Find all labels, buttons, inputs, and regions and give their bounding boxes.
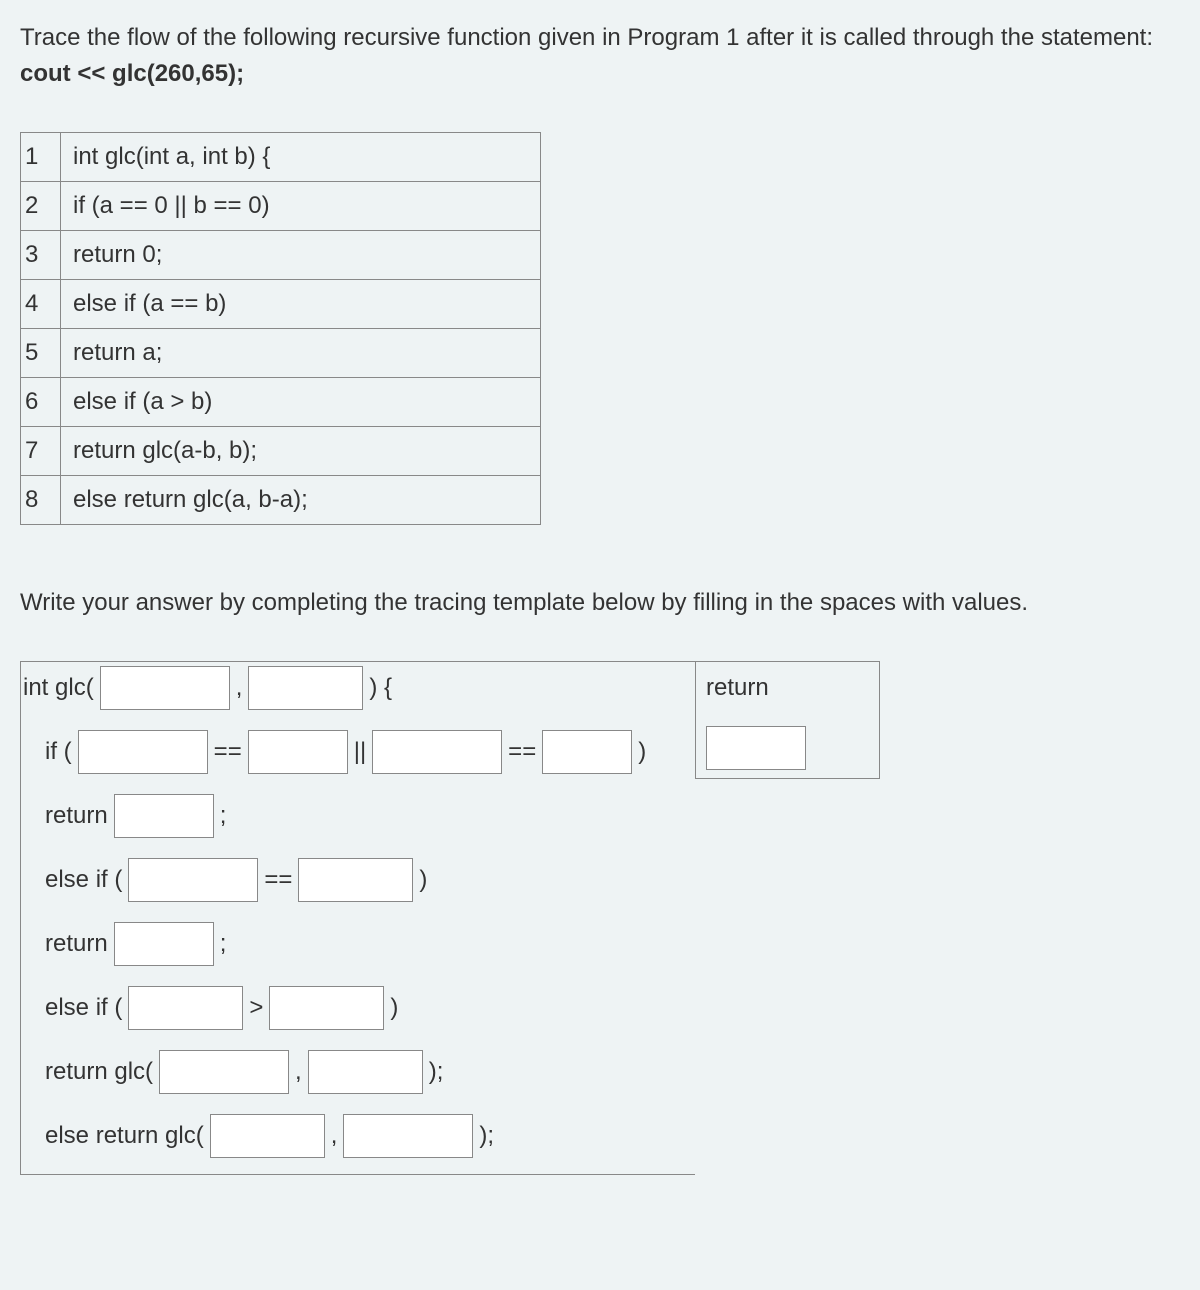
tracing-template: int glc( , ) { if ( == || == ) return ; …: [20, 661, 1180, 1175]
trace-return2-row: return ;: [21, 918, 695, 970]
code-line-text: return 0;: [61, 231, 541, 280]
elif1-pre: else if (: [45, 862, 122, 898]
tracing-left-column: int glc( , ) { if ( == || == ) return ; …: [20, 661, 695, 1175]
elif2-post: ): [390, 990, 398, 1026]
ret2-pre: return: [45, 926, 108, 962]
if-blank-3[interactable]: [372, 730, 502, 774]
ret1-pre: return: [45, 798, 108, 834]
ret2-blank[interactable]: [114, 922, 214, 966]
trace-elif1-row: else if ( == ): [21, 854, 695, 906]
sig-blank-b[interactable]: [248, 666, 363, 710]
elseret-blank-2[interactable]: [343, 1114, 473, 1158]
code-line-number: 4: [21, 280, 61, 329]
trace-elif2-row: else if ( > ): [21, 982, 695, 1034]
code-row: 6else if (a > b): [21, 378, 541, 427]
code-row: 2if (a == 0 || b == 0): [21, 182, 541, 231]
elif2-pre: else if (: [45, 990, 122, 1026]
elif1-eq: ==: [264, 862, 292, 898]
retglc-post: );: [429, 1054, 444, 1090]
elif2-blank-2[interactable]: [269, 986, 384, 1030]
sig-pre: int glc(: [23, 670, 94, 706]
trace-return1-row: return ;: [21, 790, 695, 842]
question-part1: Trace the flow of the following recursiv…: [20, 24, 1153, 51]
if-blank-1[interactable]: [78, 730, 208, 774]
sig-post: ) {: [369, 670, 392, 706]
ret1-post: ;: [220, 798, 227, 834]
code-row: 8else return glc(a, b-a);: [21, 476, 541, 525]
code-row: 3return 0;: [21, 231, 541, 280]
elseret-post: );: [479, 1118, 494, 1154]
if-eq2: ==: [508, 734, 536, 770]
code-row: 5return a;: [21, 329, 541, 378]
return-column-label: return: [706, 670, 869, 706]
code-line-text: else if (a > b): [61, 378, 541, 427]
if-pre: if (: [45, 734, 72, 770]
code-line-number: 2: [21, 182, 61, 231]
retglc-blank-1[interactable]: [159, 1050, 289, 1094]
code-row: 4else if (a == b): [21, 280, 541, 329]
code-row: 1int glc(int a, int b) {: [21, 133, 541, 182]
trace-if-row: if ( == || == ): [21, 726, 695, 778]
if-blank-2[interactable]: [248, 730, 348, 774]
elif1-post: ): [419, 862, 427, 898]
retglc-comma: ,: [295, 1054, 302, 1090]
code-table: 1int glc(int a, int b) {2if (a == 0 || b…: [20, 132, 541, 525]
if-blank-4[interactable]: [542, 730, 632, 774]
trace-signature-row: int glc( , ) {: [21, 662, 695, 714]
elseret-comma: ,: [331, 1118, 338, 1154]
question-bold: cout << glc(260,65);: [20, 60, 244, 87]
code-line-number: 1: [21, 133, 61, 182]
elif1-blank-2[interactable]: [298, 858, 413, 902]
code-line-text: else if (a == b): [61, 280, 541, 329]
tracing-return-column: return: [695, 661, 880, 779]
sig-blank-a[interactable]: [100, 666, 230, 710]
if-post: ): [638, 734, 646, 770]
elif1-blank-1[interactable]: [128, 858, 258, 902]
code-line-text: return a;: [61, 329, 541, 378]
trace-elseret-row: else return glc( , );: [21, 1110, 695, 1162]
if-or: ||: [354, 734, 366, 770]
instructions-text: Write your answer by completing the trac…: [20, 585, 1180, 621]
code-line-number: 5: [21, 329, 61, 378]
code-row: 7return glc(a-b, b);: [21, 427, 541, 476]
ret2-post: ;: [220, 926, 227, 962]
code-line-number: 3: [21, 231, 61, 280]
question-text: Trace the flow of the following recursiv…: [20, 20, 1180, 92]
code-line-number: 7: [21, 427, 61, 476]
elseret-blank-1[interactable]: [210, 1114, 325, 1158]
code-line-text: else return glc(a, b-a);: [61, 476, 541, 525]
ret1-blank[interactable]: [114, 794, 214, 838]
sig-comma: ,: [236, 670, 243, 706]
code-line-number: 8: [21, 476, 61, 525]
retglc-blank-2[interactable]: [308, 1050, 423, 1094]
elseret-pre: else return glc(: [45, 1118, 204, 1154]
return-value-blank[interactable]: [706, 726, 806, 770]
elif2-gt: >: [249, 990, 263, 1026]
trace-retglc-row: return glc( , );: [21, 1046, 695, 1098]
elif2-blank-1[interactable]: [128, 986, 243, 1030]
retglc-pre: return glc(: [45, 1054, 153, 1090]
code-line-text: if (a == 0 || b == 0): [61, 182, 541, 231]
if-eq: ==: [214, 734, 242, 770]
code-line-number: 6: [21, 378, 61, 427]
code-line-text: return glc(a-b, b);: [61, 427, 541, 476]
code-line-text: int glc(int a, int b) {: [61, 133, 541, 182]
